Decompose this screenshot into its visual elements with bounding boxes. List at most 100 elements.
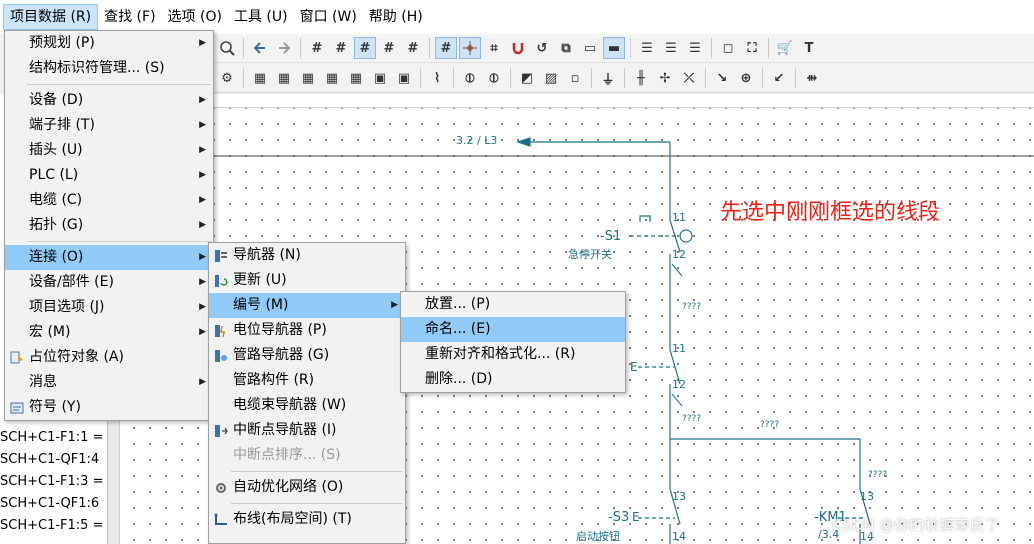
terminal-c-icon[interactable]: ▦ [297,67,319,89]
menu-item-harness-navigator[interactable]: 电缆束导航器 (W) [209,393,405,418]
menu-item-label: 拓扑 (G) [29,217,84,233]
tree-row[interactable]: SCH+C1-QF1:4 [0,450,99,470]
terminal-b-icon[interactable]: ▦ [273,67,295,89]
submenu-arrow-icon: ▶ [199,120,206,130]
menu-item-label: 电缆 (C) [29,192,83,208]
connect-c-icon[interactable]: ⤫ [678,67,700,89]
menu-item-routing-layout-space[interactable]: 布线(布局空间) (T) [209,507,405,532]
menu-item-pipe-components[interactable]: 管路构件 (R) [209,368,405,393]
zoom-100-icon[interactable] [216,37,238,59]
menu-item-name[interactable]: 命名... (E) [401,317,625,342]
connect-g-icon[interactable]: ⇻ [801,67,823,89]
menu-item-delete[interactable]: 删除... (D) [401,367,625,392]
back-arrow-icon[interactable] [249,37,271,59]
lines-c-icon[interactable]: ☰ [684,37,706,59]
terminal-e-icon[interactable]: ▦ [345,67,367,89]
connect-a-icon[interactable]: ╫ [630,67,652,89]
terminal-d-icon[interactable]: ▦ [321,67,343,89]
menu-item-numbering[interactable]: 编号 (M) ▶ [209,293,405,318]
s3-label: -S3 [608,510,630,525]
menu-separator [231,503,403,504]
menu-item-label: 布线(布局空间) (T) [233,511,352,527]
rotate-icon[interactable]: ↺ [531,37,553,59]
submenu-arrow-icon: ▶ [391,300,398,310]
grid-d-icon[interactable]: # [378,37,400,59]
terminal-g-icon[interactable]: ▣ [393,67,415,89]
menu-item-macros[interactable]: 宏 (M) ▶ [5,320,213,345]
menu-item-pipe-navigator[interactable]: 管路导航器 (G) [209,343,405,368]
menu-item-place[interactable]: 放置... (P) [401,292,625,317]
menu-item-plugs[interactable]: 插头 (U) ▶ [5,138,213,163]
connect-e-icon[interactable]: ⊕ [735,67,757,89]
menu-item-plc[interactable]: PLC (L) ▶ [5,163,213,188]
menu-options[interactable]: 选项 (O) [162,4,228,30]
text-icon[interactable]: T [798,37,820,59]
lines-b-icon[interactable]: ☰ [660,37,682,59]
tree-row[interactable]: SCH+C1-F1:3 = [0,472,103,492]
grid-toggle-icon[interactable]: # [435,37,457,59]
menu-item-interruption-navigator[interactable]: 中断点导航器 (I) [209,418,405,443]
menu-item-devices-parts[interactable]: 设备/部件 (E) ▶ [5,270,213,295]
grid-a-icon[interactable]: # [306,37,328,59]
shield-b-icon[interactable]: ▫ [564,67,586,89]
shield-a-icon[interactable]: ◩ [516,67,538,89]
menu-item-connections[interactable]: 连接 (O) ▶ [5,245,213,270]
cable-icon[interactable]: ⌇ [426,67,448,89]
menu-help[interactable]: 帮助 (H) [363,4,429,30]
menu-item-realign-format[interactable]: 重新对齐和格式化... (R) [401,342,625,367]
menu-item-navigator[interactable]: 导航器 (N) [209,243,405,268]
terminal-f-icon[interactable]: ▣ [369,67,391,89]
menu-item-label: 自动优化网络 (O) [233,479,344,495]
plug-b-icon[interactable]: ⦶ [483,67,505,89]
zoom-window-icon[interactable]: ▭ [579,37,601,59]
point-icon[interactable]: ◻ [717,37,739,59]
tree-row[interactable]: SCH+C1-F1:5 = [0,516,103,536]
tree-row[interactable]: SCH+C1-QF1:6 [0,494,99,514]
symbol-a-icon[interactable]: ⚙ [216,67,238,89]
menu-item-topology[interactable]: 拓扑 (G) ▶ [5,213,213,238]
grid-b-icon[interactable]: # [330,37,352,59]
symbol-icon [9,400,24,415]
hatch-icon[interactable]: ▨ [540,67,562,89]
menu-item-placeholder-objects[interactable]: 占位符对象 (A) [5,345,213,370]
lines-a-icon[interactable]: ☰ [636,37,658,59]
menu-item-preplanning[interactable]: 预规划 (P) ▶ [5,31,213,56]
grid-e-icon[interactable]: # [402,37,424,59]
menu-item-project-options[interactable]: 项目选项 (J) ▶ [5,295,213,320]
connect-f-icon[interactable]: ↙ [768,67,790,89]
cart-icon[interactable]: 🛒 [774,37,796,59]
menu-item-cables[interactable]: 电缆 (C) ▶ [5,188,213,213]
ground-icon[interactable]: ⏚ [597,67,619,89]
tree-row[interactable]: SCH+C1-F1:1 = [0,428,103,448]
menu-tools[interactable]: 工具 (U) [228,4,294,30]
magnet-icon[interactable] [507,37,529,59]
plug-a-icon[interactable]: ⦶ [459,67,481,89]
menu-item-label: 项目选项 (J) [29,299,105,315]
menu-item-optimize-network[interactable]: 自动优化网络 (O) [209,475,405,500]
menu-project-data[interactable]: 项目数据 (R) [3,4,99,30]
toolbar-separator [300,38,301,58]
menu-item-messages[interactable]: 消息 ▶ [5,370,213,395]
connect-b-icon[interactable]: ✢ [654,67,676,89]
select-area-icon[interactable]: ⛶ [741,37,763,59]
menu-item-label: 管路导航器 (G) [233,347,330,363]
menu-window[interactable]: 窗口 (W) [294,4,363,30]
connections-submenu: 导航器 (N) 更新 (U) 编号 (M) ▶ 电位导航器 (P) 管路导航器 (… [208,242,406,544]
connect-d-icon[interactable]: ↘ [711,67,733,89]
menu-item-terminal-strips[interactable]: 端子排 (T) ▶ [5,113,213,138]
ruler-icon[interactable]: ▬ [603,37,625,59]
intersection-icon[interactable]: ⌗ [483,37,505,59]
snap-icon[interactable] [459,37,481,59]
forward-arrow-icon[interactable] [273,37,295,59]
menu-item-devices[interactable]: 设备 (D) ▶ [5,88,213,113]
terminal-a-icon[interactable]: ▦ [249,67,271,89]
menu-item-label: 占位符对象 (A) [29,349,124,365]
grid-c-icon[interactable]: # [354,37,376,59]
menu-item-symbols[interactable]: 符号 (Y) [5,395,213,420]
menu-find[interactable]: 查找 (F) [98,4,161,30]
menu-item-potential-navigator[interactable]: 电位导航器 (P) [209,318,405,343]
menu-item-structure-id[interactable]: 结构标识符管理... (S) [5,56,213,81]
menu-item-update[interactable]: 更新 (U) [209,268,405,293]
menu-item-label: 删除... (D) [425,371,493,387]
copy-format-icon[interactable]: ⧉ [555,37,577,59]
